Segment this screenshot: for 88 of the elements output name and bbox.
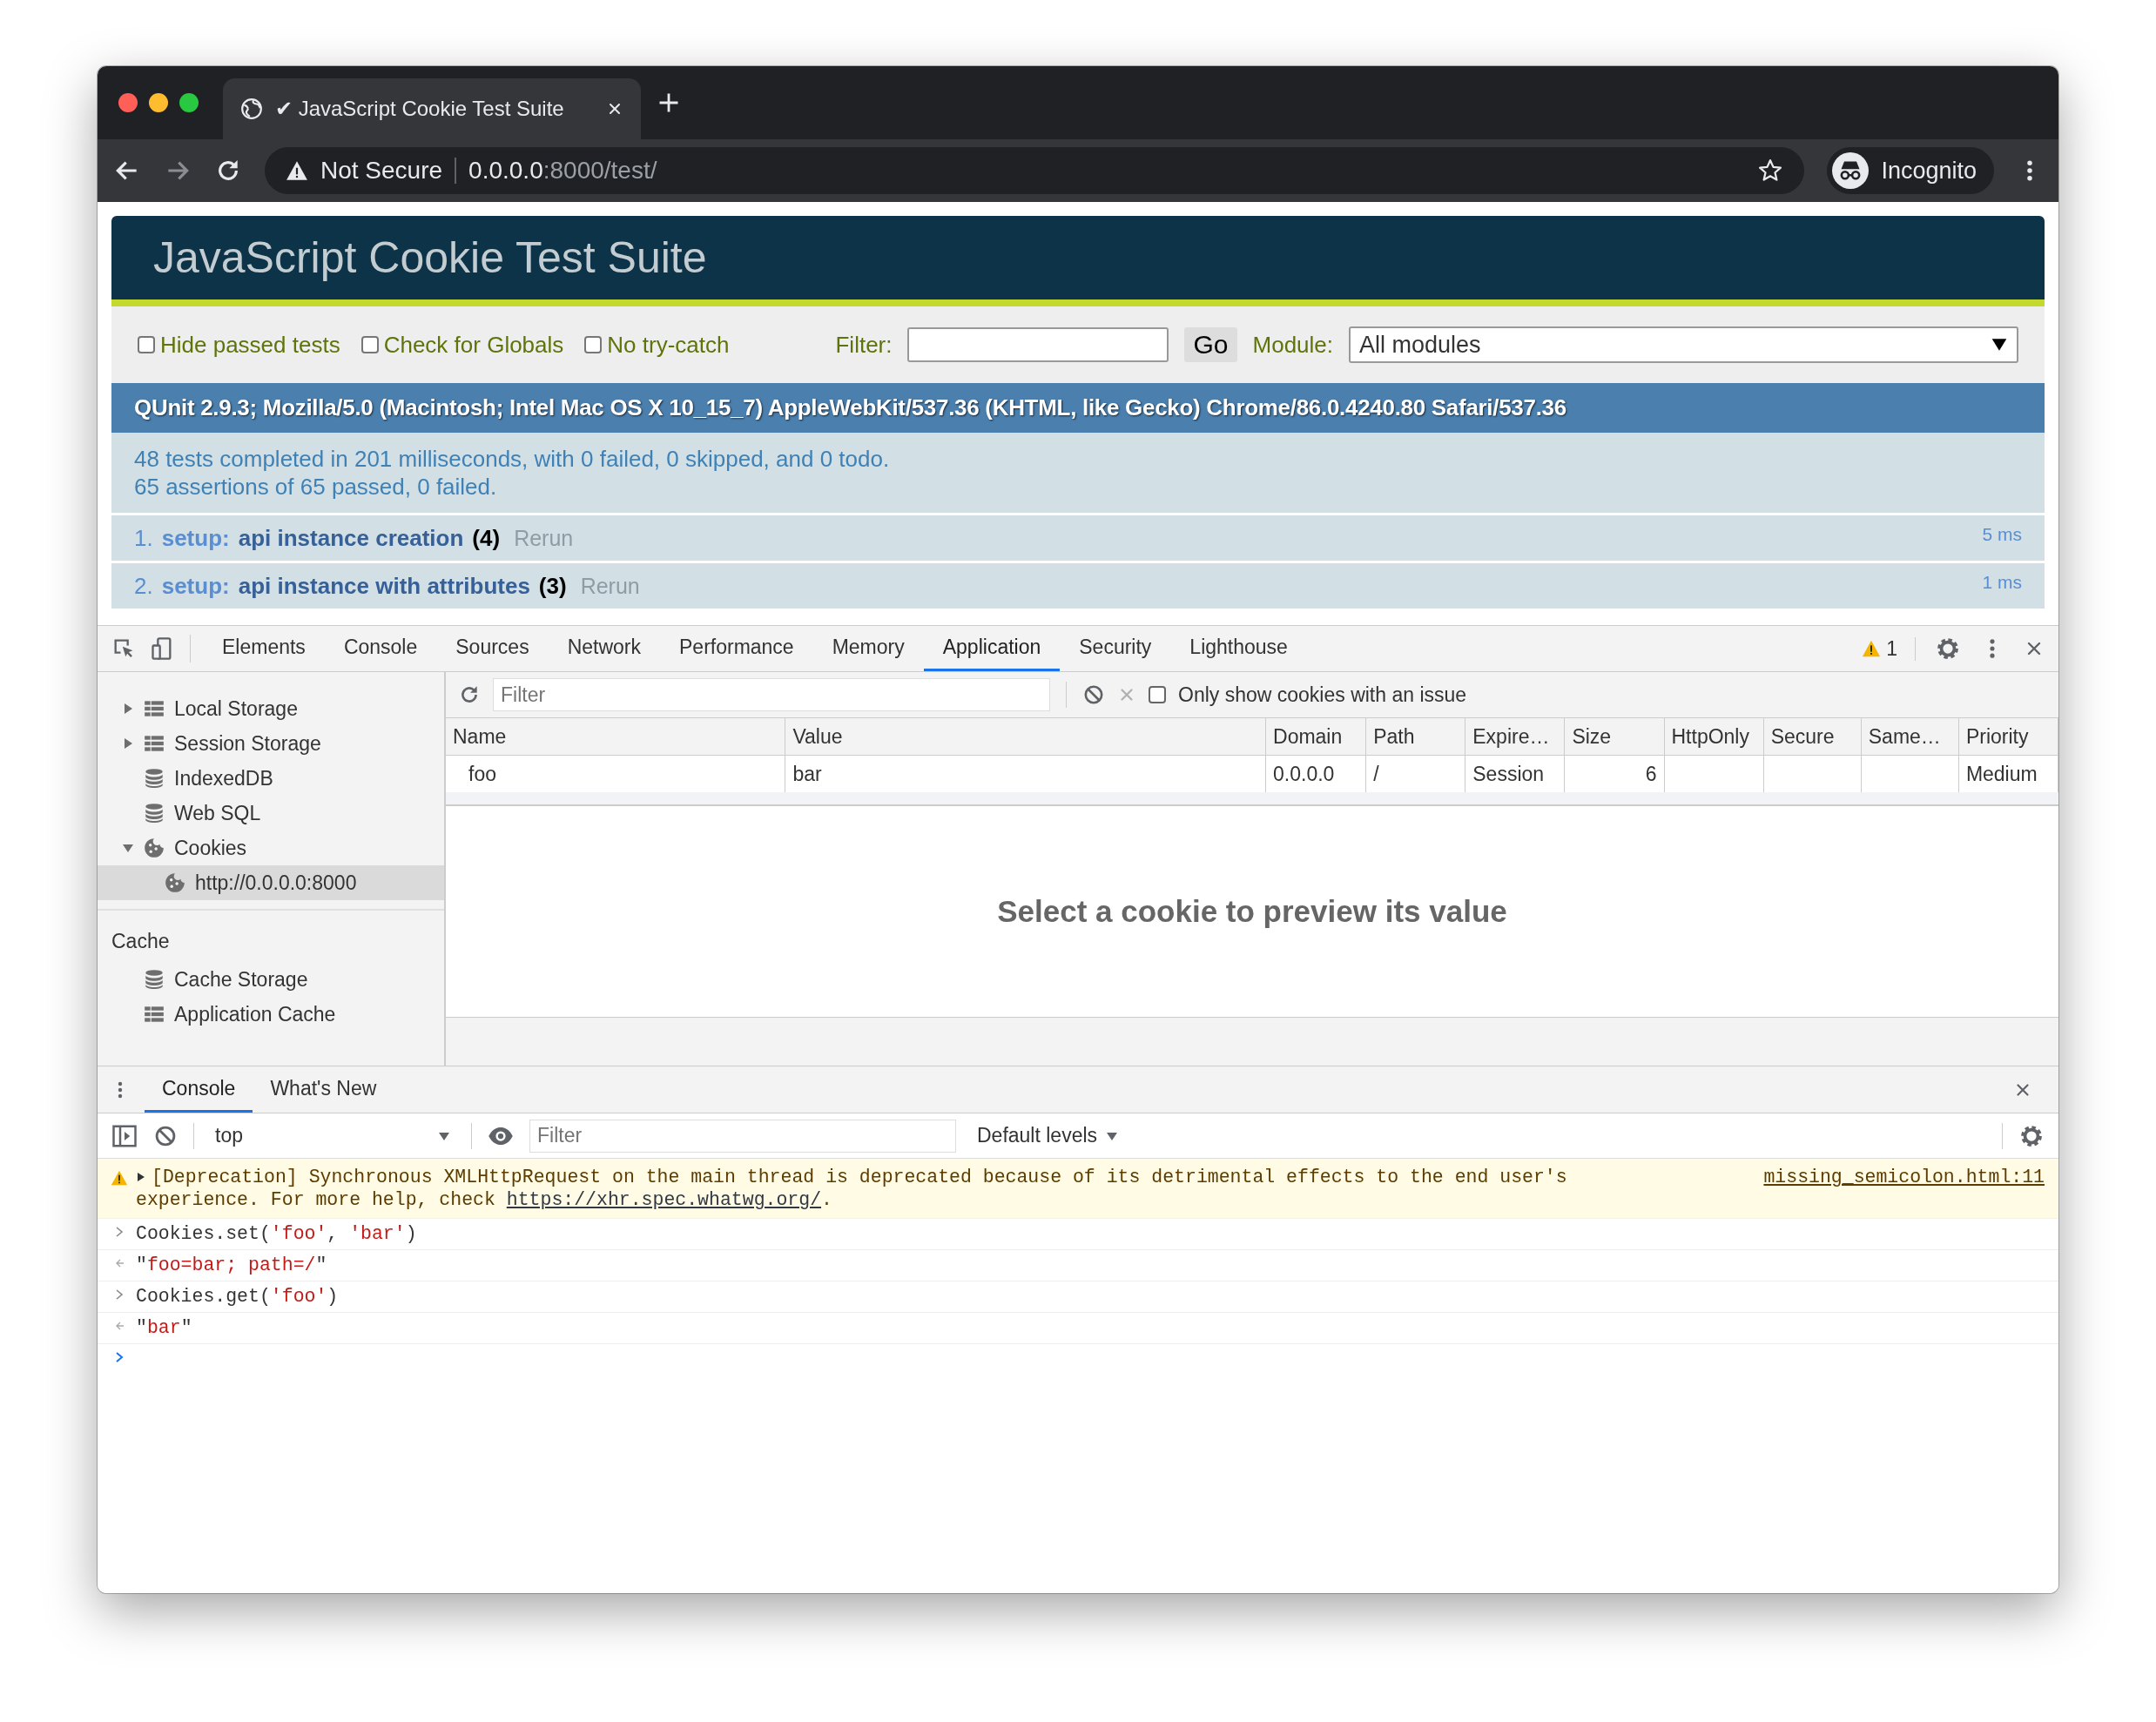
option-label: Check for Globals <box>383 331 564 359</box>
result-text: "foo=bar; path=/" <box>136 1254 328 1276</box>
devtools-tab[interactable]: Elements <box>203 626 325 671</box>
option-label: No try-catch <box>607 331 730 359</box>
checkbox[interactable] <box>138 336 155 353</box>
checkbox[interactable] <box>1149 686 1166 703</box>
test-time: 1 ms <box>1982 572 2022 593</box>
command-text: Cookies.set('foo', 'bar') <box>136 1222 418 1245</box>
star-icon[interactable] <box>1757 158 1784 184</box>
browser-tab[interactable]: ✔ JavaScript Cookie Test Suite <box>223 78 641 139</box>
close-window-button[interactable] <box>118 93 138 112</box>
test-summary: 48 tests completed in 201 milliseconds, with 0 failed, 0 skipped, and 0 todo. <box>134 445 891 473</box>
column-header[interactable]: Path <box>1366 718 1466 756</box>
database-icon <box>143 802 165 824</box>
devtools-tab[interactable]: Lighthouse <box>1170 626 1307 671</box>
database-icon <box>143 767 165 790</box>
cookie-icon <box>143 837 165 859</box>
minimize-window-button[interactable] <box>149 93 168 112</box>
warning-counter[interactable]: 1 <box>1862 636 1916 661</box>
warning-message: [Deprecation] Synchronous XMLHttpRequest on the main thread is deprecated because of its detrimental effects to the end user's experience. For more help, check https://xhr.spec.whatwg.org/. <box>136 1166 1568 1211</box>
page-header: JavaScript Cookie Test Suite <box>111 216 2045 306</box>
test-row[interactable]: 2. setup: api instance with attributes (3) Rerun 1 ms <box>111 563 2045 609</box>
collapsed-icon[interactable] <box>122 737 134 750</box>
tree-item[interactable]: Local Storage <box>98 691 444 726</box>
address-bar[interactable]: Not Secure 0.0.0.0:8000/test/ <box>265 147 1805 194</box>
settings-icon[interactable] <box>1935 636 1961 662</box>
test-summary: 65 assertions of 65 passed, 0 failed. <box>134 473 498 501</box>
incognito-icon <box>1832 152 1870 189</box>
clear-all-icon[interactable] <box>1082 683 1105 706</box>
tree-item[interactable]: http://0.0.0.0:8000 <box>98 865 444 900</box>
tree-item[interactable]: Cookies <box>98 831 444 865</box>
result-text: "bar" <box>136 1316 193 1339</box>
column-header[interactable]: Value <box>785 718 1266 756</box>
devtools-tab[interactable]: Memory <box>812 626 924 671</box>
test-row[interactable]: 1. setup: api instance creation (4) Rerun 5 ms <box>111 515 2045 561</box>
column-header[interactable]: Expire… <box>1465 718 1566 756</box>
drawer-tab[interactable]: What's New <box>253 1066 394 1113</box>
module-dropdown[interactable]: All modules <box>1349 326 2018 363</box>
zoom-window-button[interactable] <box>179 93 199 112</box>
devtools-tab[interactable]: Console <box>324 626 437 671</box>
levels-dropdown[interactable]: Default levels <box>977 1124 1119 1147</box>
devtools-tab[interactable]: Sources <box>436 626 549 671</box>
tab-title: ✔ JavaScript Cookie Test Suite <box>275 97 565 121</box>
section-heading: Cache <box>111 929 171 954</box>
command-text: Cookies.get('foo') <box>136 1285 340 1308</box>
collapsed-icon[interactable] <box>122 703 134 715</box>
test-time: 5 ms <box>1982 524 2022 545</box>
module-label: Module: <box>1252 331 1333 359</box>
option-label: Hide passed tests <box>160 331 340 359</box>
tree-item[interactable]: IndexedDB <box>98 761 444 796</box>
checkbox[interactable] <box>584 336 603 353</box>
user-agent-banner: QUnit 2.9.3; Mozilla/5.0 (Macintosh; Intel Mac OS X 10_15_7) AppleWebKit/537.36 (KHTML, like Gecko) Chrome/86.0.4240.80 Safari/537.36 <box>111 383 2045 433</box>
preview-message: Select a cookie to preview its value <box>997 894 1507 929</box>
help-link[interactable]: https://xhr.spec.whatwg.org/ <box>506 1189 822 1210</box>
checkbox-label: Only show cookies with an issue <box>1178 683 1467 707</box>
profile-button[interactable]: Incognito <box>1827 147 1994 194</box>
expanded-icon[interactable] <box>122 842 134 854</box>
column-header[interactable]: Secure <box>1763 718 1862 756</box>
devtools-tab[interactable]: Performance <box>660 626 813 671</box>
test-name: 1. setup: api instance creation (4) <box>134 524 501 552</box>
globe-icon <box>240 98 263 120</box>
source-link[interactable]: missing_semicolon.html:11 <box>1763 1166 2045 1188</box>
column-header[interactable]: Name <box>446 718 786 756</box>
context-dropdown[interactable]: top <box>210 1124 455 1147</box>
device-icon[interactable] <box>150 636 174 661</box>
database-icon <box>143 968 165 991</box>
tree-item[interactable]: Application Cache <box>98 997 444 1032</box>
tree-item[interactable]: Session Storage <box>98 726 444 761</box>
checkbox[interactable] <box>360 336 379 353</box>
warning-icon <box>286 159 308 182</box>
warning-icon <box>1862 639 1882 658</box>
column-header[interactable]: Priority <box>1958 718 2058 756</box>
test-name: 2. setup: api instance with attributes (3) <box>134 572 567 600</box>
cookie-icon <box>164 871 186 894</box>
filter-field[interactable] <box>907 327 1169 362</box>
column-header[interactable]: Domain <box>1266 718 1367 756</box>
filter-label: Filter: <box>835 331 893 359</box>
column-header[interactable]: Size <box>1565 718 1665 756</box>
devtools-tab[interactable]: Security <box>1060 626 1171 671</box>
tree-item[interactable]: Web SQL <box>98 796 444 831</box>
drawer-tab[interactable]: Console <box>145 1066 253 1113</box>
column-header[interactable]: HttpOnly <box>1664 718 1764 756</box>
column-header[interactable]: Same… <box>1861 718 1959 756</box>
go-button[interactable]: Go <box>1184 327 1237 362</box>
devtools-tab[interactable]: Network <box>548 626 660 671</box>
expand-icon[interactable] <box>136 1172 146 1182</box>
tree-item[interactable]: Cache Storage <box>98 962 444 997</box>
warning-icon <box>111 1169 128 1187</box>
